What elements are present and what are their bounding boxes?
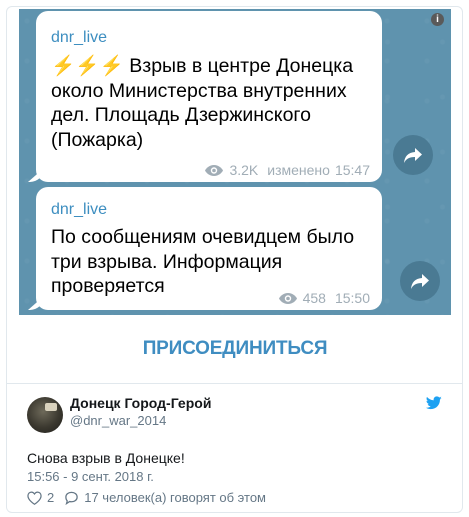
view-count: 458	[302, 290, 326, 306]
message-meta: 458 15:50	[278, 290, 370, 306]
view-count: 3.2K	[229, 162, 259, 178]
message-bubble: dnr_live По сообщениям очевидцем было тр…	[28, 187, 382, 310]
tweet-timestamp[interactable]: 15:56 - 9 сент. 2018 г.	[27, 469, 154, 484]
message-text: По сообщениям очевидцем было три взрыва.…	[51, 226, 355, 297]
message-author[interactable]: dnr_live	[51, 29, 107, 47]
divider	[7, 383, 462, 384]
reply-bubble-icon	[65, 491, 78, 505]
heart-icon	[27, 490, 42, 505]
edited-label: изменено	[267, 162, 330, 178]
share-icon	[411, 273, 429, 289]
message-author[interactable]: dnr_live	[51, 201, 107, 219]
message-bubble: dnr_live ⚡⚡⚡ Взрыв в центре Донецка окол…	[28, 11, 382, 182]
like-count: 2	[47, 490, 55, 505]
avatar[interactable]	[27, 397, 63, 433]
twitter-bird-icon[interactable]	[425, 396, 442, 415]
share-icon	[404, 147, 422, 163]
tweet-actions: 2 17 человек(а) говорят об этом	[27, 490, 276, 505]
replies-link[interactable]: 17 человек(а) говорят об этом	[64, 490, 266, 505]
info-icon[interactable]: i	[431, 13, 444, 26]
message-text: ⚡⚡⚡ Взрыв в центре Донецка около Министе…	[51, 55, 354, 151]
share-button[interactable]	[400, 261, 440, 301]
join-button[interactable]: ПРИСОЕДИНИТЬСЯ	[19, 315, 451, 383]
display-name[interactable]: Донецк Город-Герой	[70, 395, 211, 411]
eye-icon	[204, 164, 224, 177]
tweet-embed-card: i dnr_live ⚡⚡⚡ Взрыв в центре Донецка ок…	[6, 6, 463, 513]
share-button[interactable]	[393, 135, 433, 175]
eye-icon	[278, 292, 298, 305]
message-time: 15:47	[334, 162, 370, 178]
replies-text: 17 человек(а) говорят об этом	[84, 490, 266, 505]
tweet-text: Снова взрыв в Донецке!	[27, 450, 185, 466]
message-time: 15:50	[334, 290, 370, 306]
like-button[interactable]: 2	[27, 490, 54, 505]
user-handle[interactable]: @dnr_war_2014	[70, 413, 166, 428]
telegram-screenshot: i dnr_live ⚡⚡⚡ Взрыв в центре Донецка ок…	[19, 9, 451, 315]
message-meta: 3.2K изменено 15:47	[204, 162, 370, 178]
